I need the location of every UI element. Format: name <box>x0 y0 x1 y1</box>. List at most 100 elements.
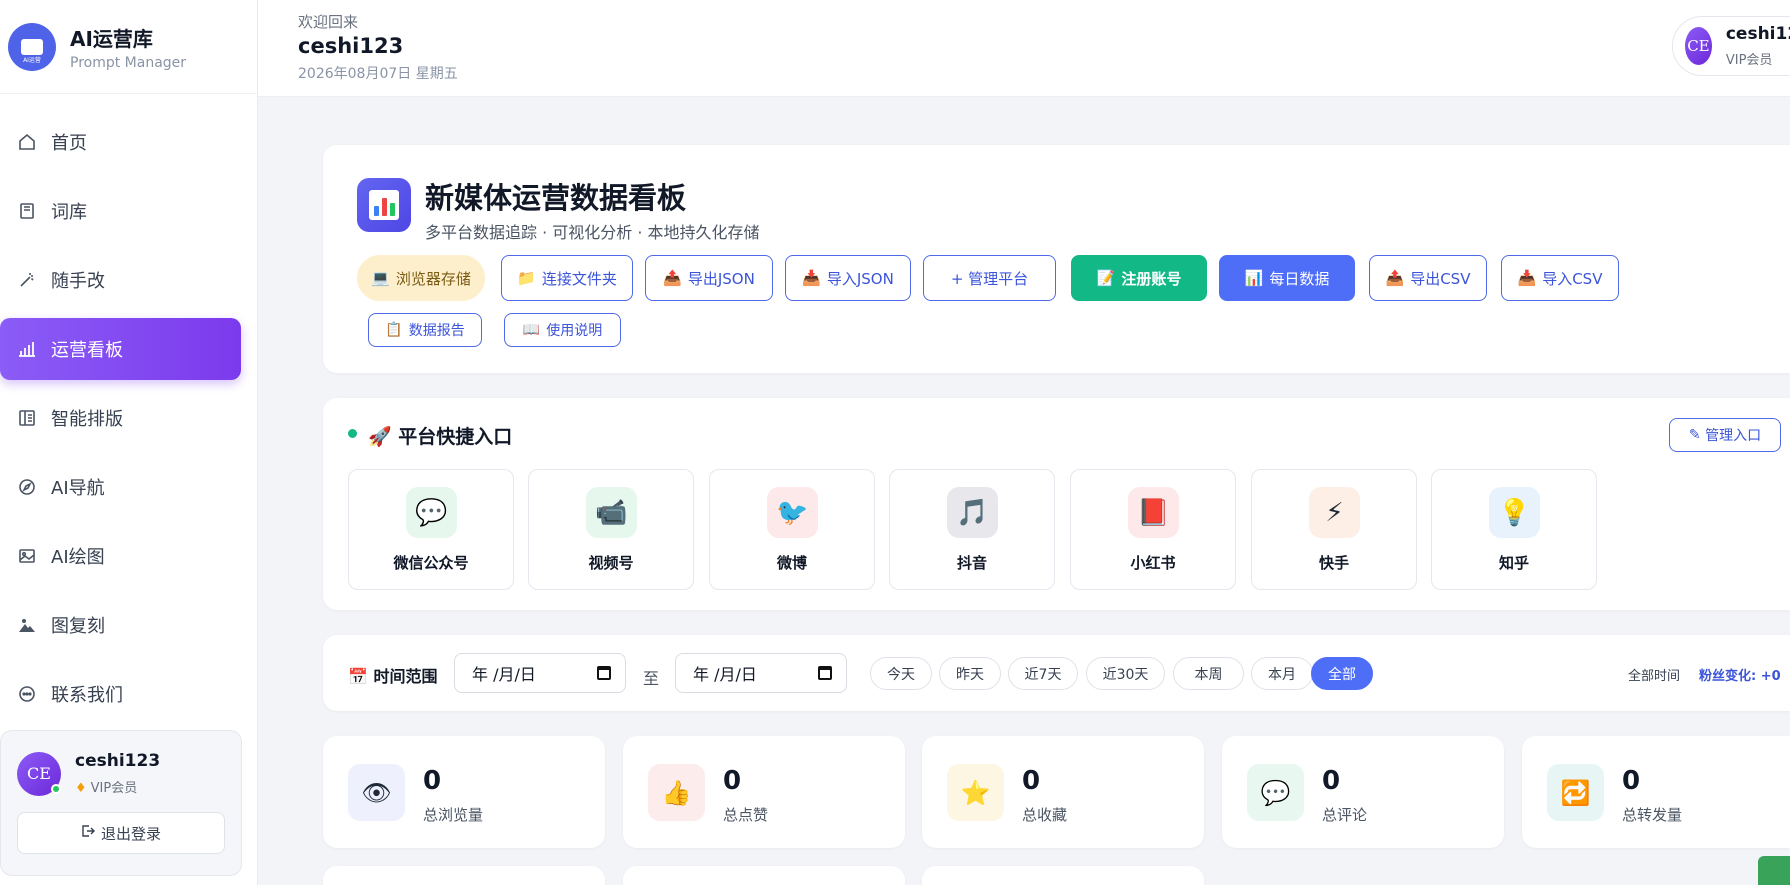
section-title-text: 平台快捷入口 <box>398 426 513 448</box>
thumbs-up-icon: 👍 <box>648 764 705 821</box>
section-dot <box>348 429 357 438</box>
header-profile[interactable]: CE ceshi123 VIP会员 <box>1672 16 1790 76</box>
sidebar-item-layout[interactable]: 智能排版 <box>0 387 241 449</box>
laptop-icon: 💻 <box>371 269 390 287</box>
range-chip-30days[interactable]: 近30天 <box>1086 657 1165 690</box>
platform-quick-entry-card: 🚀 平台快捷入口 ✎ 管理入口 💬 微信公众号 📹 视频号 🐦 微博 🎵 抖音 … <box>323 398 1790 610</box>
range-chip-today[interactable]: 今天 <box>870 657 932 690</box>
sidebar-item-label: AI绘图 <box>51 547 105 568</box>
user-guide-button[interactable]: 📖 使用说明 <box>504 313 621 347</box>
sidebar-item-home[interactable]: 首页 <box>0 111 241 173</box>
stat-card-views: 👁 0 总浏览量 <box>323 736 605 848</box>
sidebar-item-image-replicate[interactable]: 图复刻 <box>0 594 241 656</box>
stat-value: 0 <box>1022 766 1041 796</box>
range-chip-7days[interactable]: 近7天 <box>1008 657 1078 690</box>
range-chip-yesterday[interactable]: 昨天 <box>939 657 1001 690</box>
export-csv-button[interactable]: 📤 导出CSV <box>1369 255 1487 301</box>
connect-folder-button[interactable]: 📁 连接文件夹 <box>501 255 633 301</box>
tray-icon: 📥 <box>802 269 821 287</box>
button-label: 导出CSV <box>1410 269 1471 288</box>
sidebar-item-dashboard[interactable]: 运营看板 <box>0 318 241 380</box>
button-label: 连接文件夹 <box>541 269 617 288</box>
sidebar-item-ai-draw[interactable]: AI绘图 <box>0 525 241 587</box>
time-range-label: 📅 时间范围 <box>348 663 438 687</box>
button-label: 注册账号 <box>1121 269 1182 288</box>
video-camera-icon: 📹 <box>586 487 637 538</box>
manage-platform-button[interactable]: + 管理平台 <box>923 255 1056 301</box>
browser-storage-button[interactable]: 💻 浏览器存储 <box>357 255 485 301</box>
avatar: CE <box>1685 27 1712 65</box>
platform-label: 抖音 <box>956 554 987 572</box>
register-account-button[interactable]: 📝 注册账号 <box>1071 255 1207 301</box>
book-icon <box>17 201 37 221</box>
platform-tile-zhihu[interactable]: 💡 知乎 <box>1431 469 1597 590</box>
page-subtitle: 多平台数据追踪 · 可视化分析 · 本地持久化存储 <box>425 223 760 242</box>
calendar-picker-icon[interactable] <box>818 666 832 680</box>
export-json-button[interactable]: 📤 导出JSON <box>645 255 773 301</box>
user-role: VIP会员 <box>90 781 138 796</box>
platform-tile-xiaohongshu[interactable]: 📕 小红书 <box>1070 469 1236 590</box>
platform-label: 小红书 <box>1130 554 1176 572</box>
platform-tile-douyin[interactable]: 🎵 抖音 <box>889 469 1055 590</box>
sidebar-item-contact[interactable]: 联系我们 <box>0 663 241 725</box>
platform-tile-channels[interactable]: 📹 视频号 <box>528 469 694 590</box>
platform-tile-wechat[interactable]: 💬 微信公众号 <box>348 469 514 590</box>
floating-widget-icon[interactable] <box>1758 856 1790 885</box>
range-chip-this-month[interactable]: 本月 <box>1251 657 1313 690</box>
mountain-icon <box>17 615 37 635</box>
stat-label: 总收藏 <box>1022 806 1068 824</box>
platform-tile-kuaishou[interactable]: ⚡ 快手 <box>1251 469 1417 590</box>
sidebar-item-label: 随手改 <box>51 271 105 292</box>
import-csv-button[interactable]: 📥 导入CSV <box>1501 255 1619 301</box>
range-chip-all[interactable]: 全部 <box>1311 657 1373 690</box>
bar-chart-icon <box>17 339 37 359</box>
end-date-input[interactable]: 年 /月/日 <box>675 653 847 693</box>
sidebar-item-label: 联系我们 <box>51 685 123 706</box>
music-note-icon: 🎵 <box>947 487 998 538</box>
start-date-input[interactable]: 年 /月/日 <box>454 653 626 693</box>
sidebar-item-lexicon[interactable]: 词库 <box>0 180 241 242</box>
sidebar-item-ai-nav[interactable]: AI导航 <box>0 456 241 518</box>
button-label: 使用说明 <box>546 323 603 339</box>
speech-bubble-icon: 💬 <box>406 487 457 538</box>
stat-card-placeholder <box>623 866 905 885</box>
button-label: 导入JSON <box>826 269 894 288</box>
brand-logo[interactable]: AI运营 <box>8 22 56 71</box>
star-icon: ⭐ <box>947 764 1004 821</box>
manage-entry-button[interactable]: ✎ 管理入口 <box>1669 418 1781 452</box>
button-label: 浏览器存储 <box>395 269 471 288</box>
sidebar-item-label: AI导航 <box>51 478 105 499</box>
data-report-button[interactable]: 📋 数据报告 <box>368 313 482 347</box>
sidebar-item-quick-edit[interactable]: 随手改 <box>0 249 241 311</box>
greeting-text: 欢迎回来 <box>298 13 359 31</box>
import-json-button[interactable]: 📥 导入JSON <box>785 255 911 301</box>
stat-value: 0 <box>423 766 442 796</box>
page-title: 新媒体运营数据看板 <box>425 181 687 215</box>
stat-card-placeholder <box>922 866 1204 885</box>
calendar-icon: 📅 <box>348 667 368 686</box>
diamond-icon: ♦ <box>75 781 87 796</box>
range-chip-this-week[interactable]: 本周 <box>1173 657 1244 690</box>
red-book-icon: 📕 <box>1128 487 1179 538</box>
platform-tile-weibo[interactable]: 🐦 微博 <box>709 469 875 590</box>
stat-card-placeholder <box>323 866 605 885</box>
sidebar-item-label: 智能排版 <box>51 409 123 430</box>
compass-icon <box>17 477 37 497</box>
header-profile-name: ceshi123 <box>1725 24 1790 44</box>
button-label: 管理入口 <box>1705 428 1762 444</box>
user-name: ceshi123 <box>75 751 161 771</box>
avatar[interactable]: CE <box>17 751 61 796</box>
stat-card-favorites: ⭐ 0 总收藏 <box>922 736 1204 848</box>
platform-label: 快手 <box>1318 554 1349 572</box>
button-label: 导入CSV <box>1542 269 1603 288</box>
avatar-initials: CE <box>1687 37 1710 55</box>
dashboard-card: 新媒体运营数据看板 多平台数据追踪 · 可视化分析 · 本地持久化存储 💻 浏览器… <box>323 145 1790 373</box>
brand-title: AI运营库 <box>70 26 153 51</box>
logout-button[interactable]: 退出登录 <box>17 812 225 854</box>
daily-data-button[interactable]: 📊 每日数据 <box>1219 255 1355 301</box>
chart-icon: 📊 <box>1244 269 1264 287</box>
lightbulb-icon: 💡 <box>1489 487 1540 538</box>
header-user-name: ceshi123 <box>298 34 404 58</box>
calendar-picker-icon[interactable] <box>597 666 611 680</box>
clipboard-icon: 📋 <box>385 322 403 338</box>
